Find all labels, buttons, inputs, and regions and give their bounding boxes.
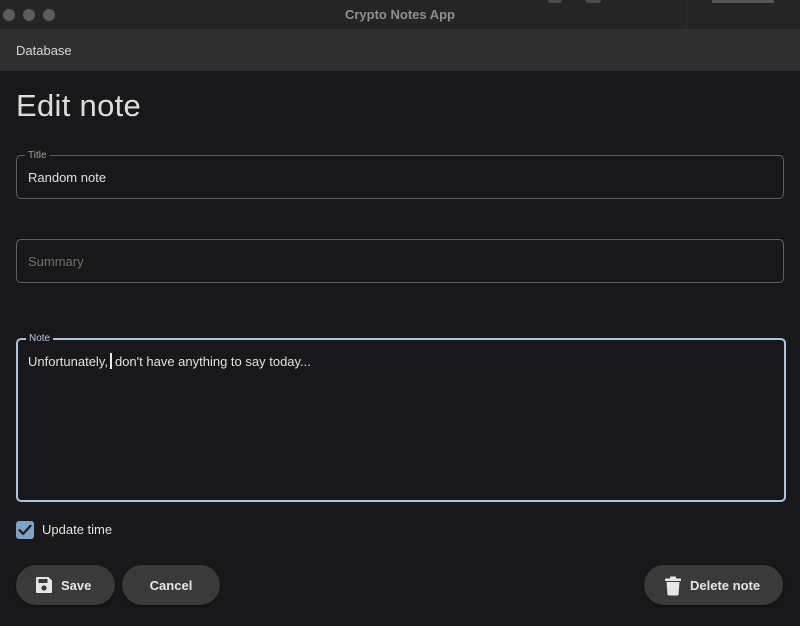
titlebar-edge-decoration	[548, 0, 562, 3]
titlebar-divider	[686, 0, 687, 28]
update-time-label: Update time	[42, 522, 113, 537]
note-text-before-caret: Unfortunately,	[28, 354, 108, 369]
delete-note-button-label: Delete note	[690, 578, 761, 593]
note-field-label: Note	[26, 333, 54, 344]
cancel-button-label: Cancel	[149, 578, 193, 593]
window-titlebar: Crypto Notes App	[0, 0, 800, 29]
title-field-value[interactable]: Random note	[28, 170, 106, 185]
window-title: Crypto Notes App	[344, 7, 456, 22]
appbar-database-label[interactable]: Database	[16, 43, 72, 58]
save-button-label: Save	[61, 578, 92, 593]
save-button[interactable]: Save	[16, 565, 115, 605]
check-icon	[18, 524, 32, 535]
page-title: Edit note	[16, 88, 142, 123]
app-bar: Database	[0, 29, 800, 71]
title-field[interactable]: Title Random note	[16, 150, 784, 199]
update-time-checkbox[interactable]	[16, 521, 34, 539]
title-field-label: Title	[25, 150, 50, 161]
cancel-button[interactable]: Cancel	[122, 565, 220, 605]
floppy-disk-icon	[36, 577, 52, 593]
text-caret	[109, 353, 112, 369]
summary-field[interactable]: Summary	[16, 239, 784, 283]
titlebar-edge-decoration	[585, 0, 601, 3]
note-field-value[interactable]: Unfortunately, don't have anything to say…	[28, 353, 311, 369]
delete-note-button[interactable]: Delete note	[644, 565, 783, 605]
trash-can-icon	[665, 576, 681, 596]
note-text-after-caret: don't have anything to say today...	[114, 354, 311, 369]
titlebar-edge-decoration	[712, 0, 774, 3]
note-field[interactable]: Note Unfortunately, don't have anything t…	[16, 333, 786, 502]
summary-field-placeholder[interactable]: Summary	[28, 254, 84, 269]
